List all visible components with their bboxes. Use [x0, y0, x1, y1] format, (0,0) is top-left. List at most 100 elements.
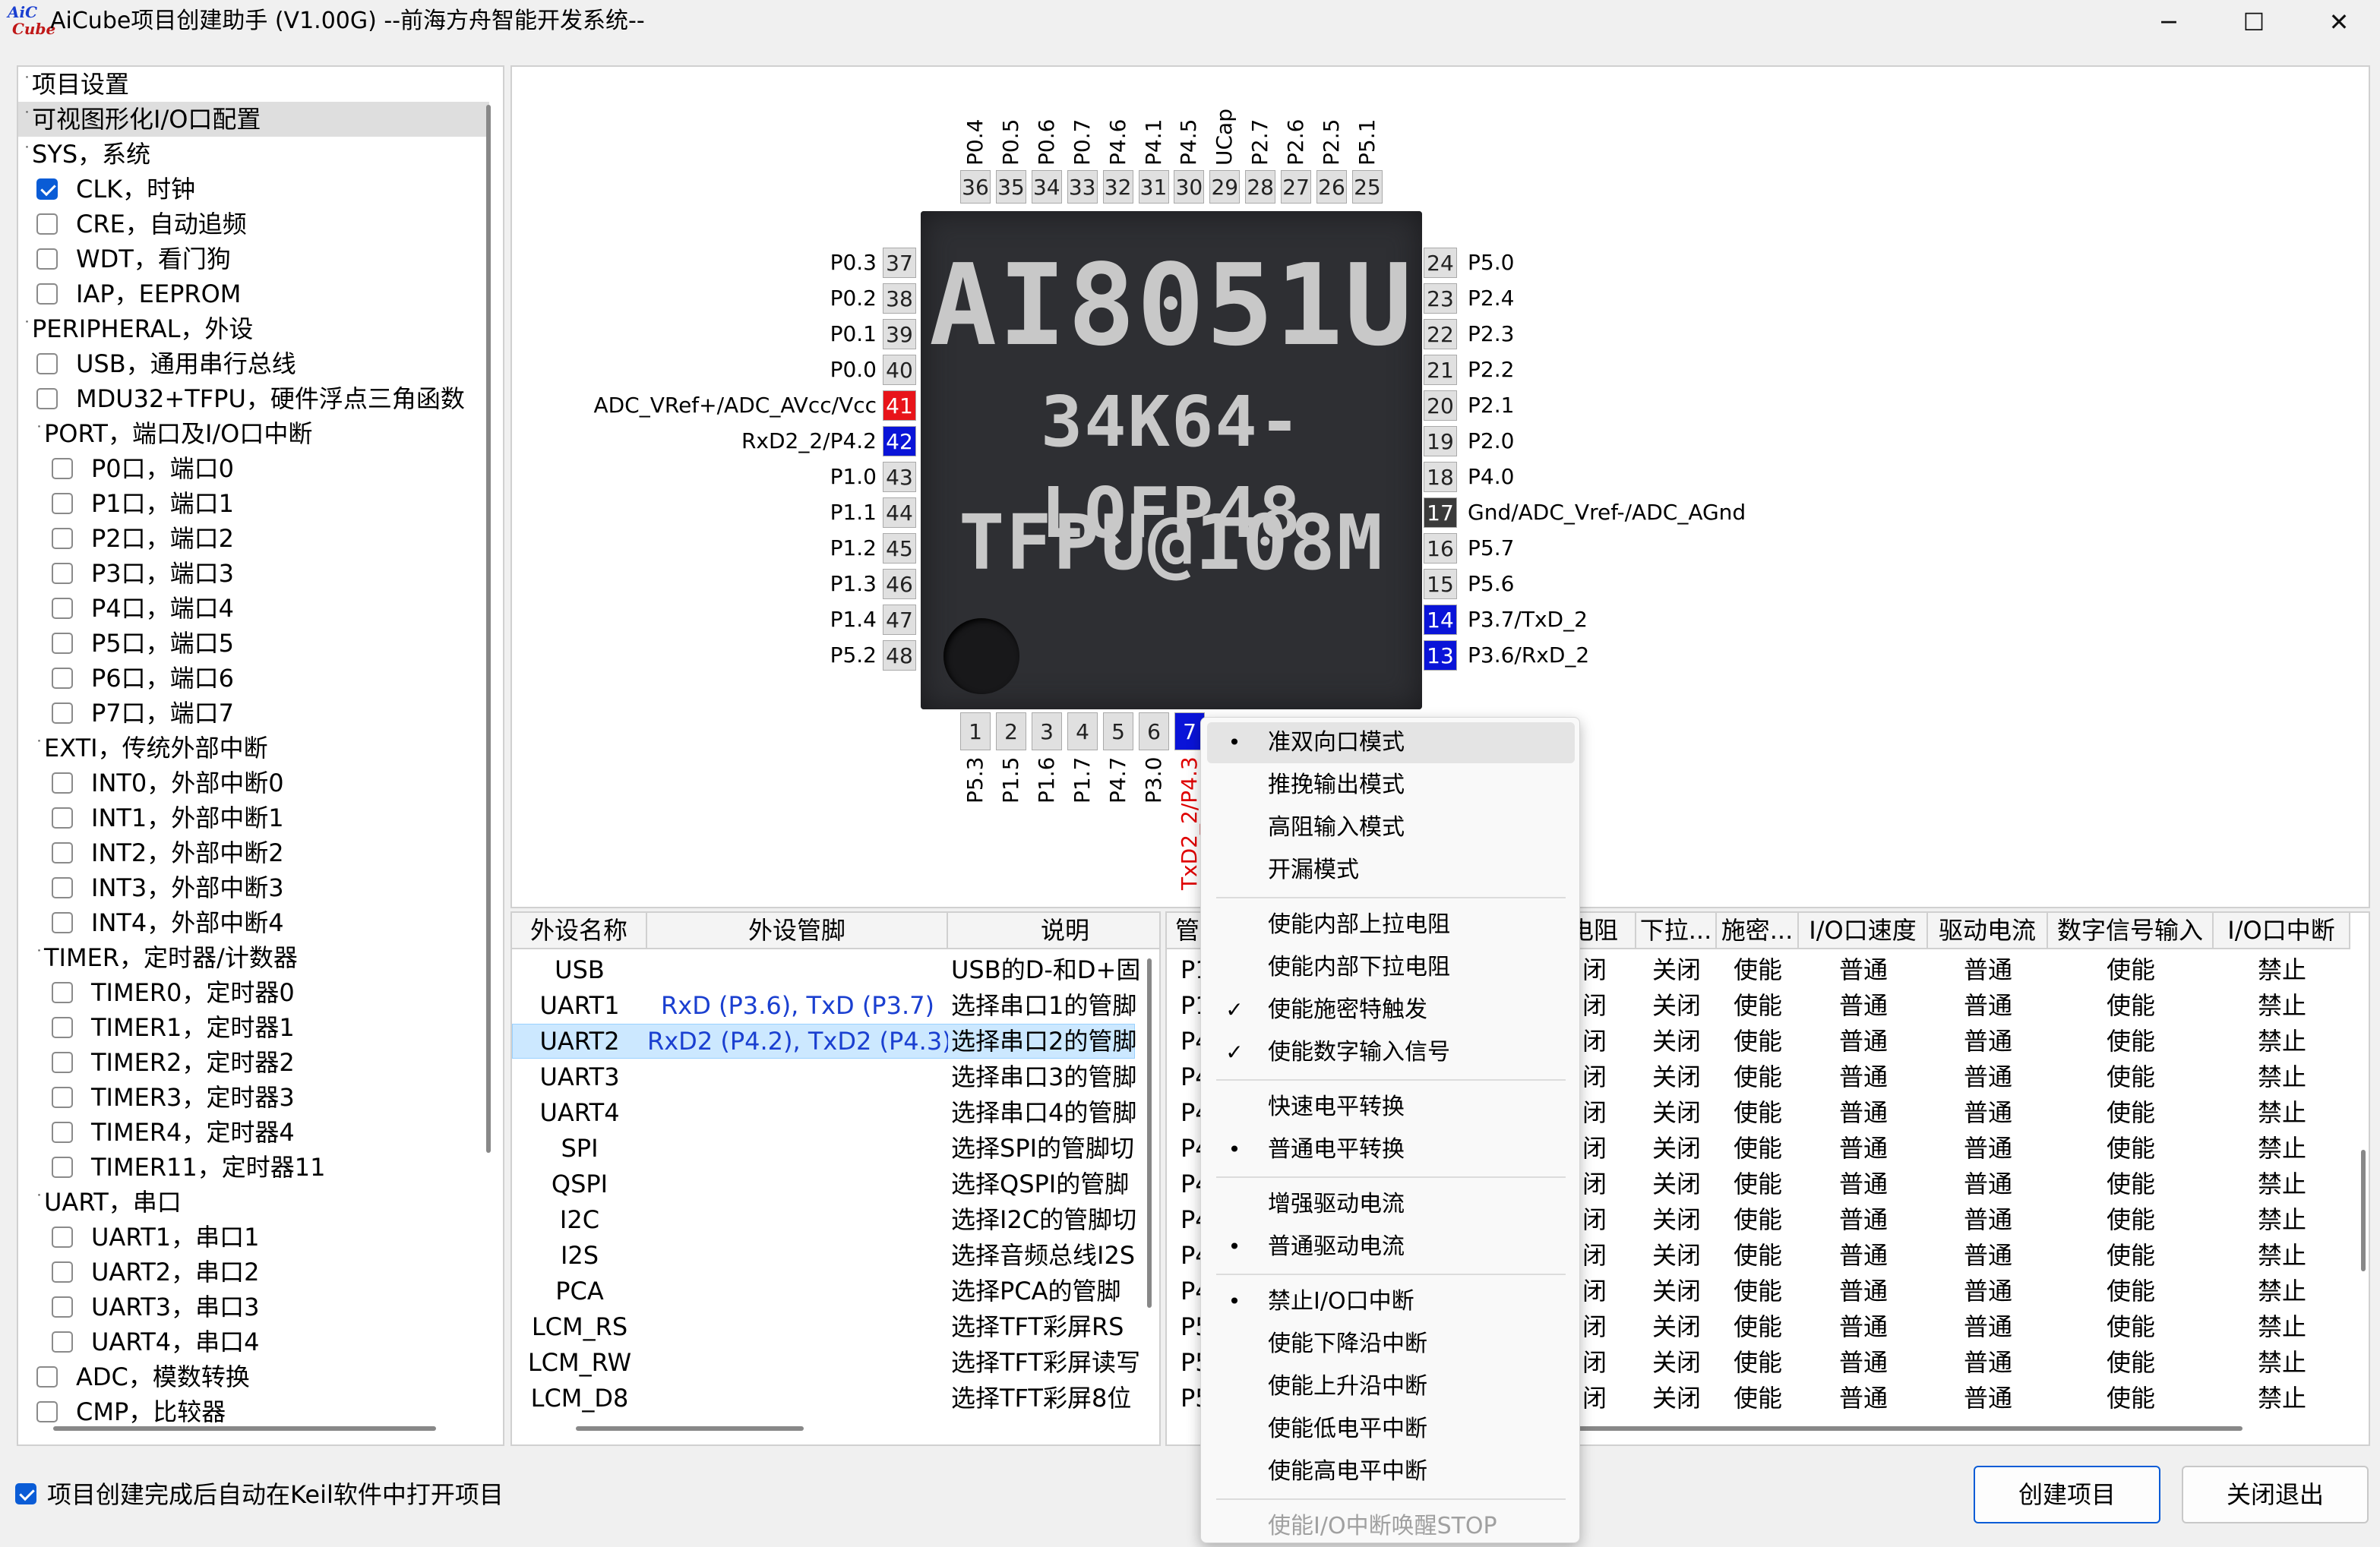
- chip-pin[interactable]: 20: [1424, 390, 1457, 421]
- tree-item[interactable]: UART2，串口2: [18, 1255, 489, 1290]
- pin-horizontal-scrollbar[interactable]: [1501, 1426, 2243, 1431]
- chip-pin[interactable]: 25: [1351, 170, 1383, 204]
- chip-pin[interactable]: 19: [1424, 426, 1457, 456]
- tree-horizontal-scrollbar[interactable]: [53, 1426, 436, 1431]
- chip-pin[interactable]: 6: [1139, 712, 1169, 750]
- tree-item-checkbox[interactable]: [52, 912, 73, 933]
- menu-item[interactable]: • 准双向口模式: [1207, 722, 1575, 763]
- tree-item[interactable]: TIMER11，定时器11: [18, 1150, 489, 1185]
- close-exit-button[interactable]: 关闭退出: [2182, 1466, 2369, 1523]
- chip-pin[interactable]: 26: [1316, 170, 1347, 204]
- chip-pin[interactable]: 32: [1102, 170, 1133, 204]
- col-header-drive-current[interactable]: 驱动电流: [1928, 913, 2048, 949]
- col-header-periph-name[interactable]: 外设名称: [512, 913, 647, 949]
- chip-pin[interactable]: 48: [883, 640, 916, 671]
- tree-item-checkbox[interactable]: [52, 1296, 73, 1318]
- menu-item[interactable]: 使能下降沿中断: [1207, 1324, 1575, 1365]
- tree-item-checkbox[interactable]: [52, 1122, 73, 1143]
- chip-pin[interactable]: 21: [1424, 355, 1457, 385]
- chip-pin[interactable]: 2: [996, 712, 1026, 750]
- menu-item[interactable]: 推挽输出模式: [1207, 765, 1575, 806]
- tree-item[interactable]: CMP，比较器: [18, 1394, 489, 1429]
- tree-item-checkbox[interactable]: [52, 1331, 73, 1353]
- chip-pin[interactable]: 36: [960, 170, 991, 204]
- table-row[interactable]: USB USB的D-和D+固: [512, 952, 1140, 987]
- menu-item[interactable]: 开漏模式: [1207, 850, 1575, 891]
- periph-horizontal-scrollbar[interactable]: [576, 1426, 804, 1431]
- tree-item[interactable]: TIMER2，定时器2: [18, 1045, 489, 1080]
- table-row[interactable]: UART1 RxD (P3.6), TxD (P3.7) 选择串口1的管脚: [512, 988, 1136, 1023]
- menu-item[interactable]: 使能高电平中断: [1207, 1451, 1575, 1492]
- col-header-io-speed[interactable]: I/O口速度: [1799, 913, 1928, 949]
- periph-vertical-scrollbar[interactable]: [1147, 958, 1152, 1308]
- table-row[interactable]: I2C 选择I2C的管脚切: [512, 1202, 1136, 1237]
- col-header-description[interactable]: 说明: [948, 913, 1159, 949]
- tree-item[interactable]: ˙ TIMER，定时器/计数器: [18, 940, 489, 975]
- auto-open-keil-checkbox[interactable]: [15, 1483, 36, 1504]
- chip-pin[interactable]: 47: [883, 605, 916, 635]
- menu-item[interactable]: ✓ 使能数字输入信号: [1207, 1032, 1575, 1073]
- menu-item[interactable]: • 普通驱动电流: [1207, 1227, 1575, 1268]
- chip-pin[interactable]: 15: [1424, 569, 1457, 599]
- tree-item-checkbox[interactable]: [36, 1366, 58, 1388]
- col-header-digital-input[interactable]: 数字信号输入: [2048, 913, 2214, 949]
- tree-expander-icon[interactable]: ˙: [35, 1185, 43, 1220]
- menu-item[interactable]: 使能上升沿中断: [1207, 1366, 1575, 1407]
- menu-item[interactable]: • 普通电平转换: [1207, 1129, 1575, 1170]
- menu-item[interactable]: 使能内部下拉电阻: [1207, 947, 1575, 988]
- chip-pin[interactable]: 37: [883, 248, 916, 278]
- chip-pin[interactable]: 34: [1031, 170, 1062, 204]
- tree-item-checkbox[interactable]: [52, 1261, 73, 1283]
- create-project-button[interactable]: 创建项目: [1974, 1466, 2160, 1523]
- chip-pin[interactable]: 40: [883, 355, 916, 385]
- tree-item[interactable]: UART4，串口4: [18, 1324, 489, 1359]
- tree-expander-icon[interactable]: ˙: [35, 940, 43, 975]
- col-header-io-interrupt[interactable]: I/O口中断: [2214, 913, 2350, 949]
- chip-pin[interactable]: 35: [995, 170, 1026, 204]
- chip-pin[interactable]: 5: [1103, 712, 1133, 750]
- tree-item-checkbox[interactable]: [52, 982, 73, 1003]
- table-row[interactable]: QSPI 选择QSPI的管脚: [512, 1167, 1135, 1201]
- col-header-schmitt[interactable]: 施密...: [1717, 913, 1799, 949]
- chip-pin[interactable]: 22: [1424, 319, 1457, 349]
- chip-pin[interactable]: 39: [883, 319, 916, 349]
- table-row[interactable]: PCA 选择PCA的管脚: [512, 1274, 1135, 1309]
- chip-pin[interactable]: 42: [883, 426, 916, 456]
- chip-pin[interactable]: 3: [1032, 712, 1062, 750]
- tree-item[interactable]: TIMER1，定时器1: [18, 1010, 489, 1045]
- menu-item[interactable]: 高阻输入模式: [1207, 807, 1575, 848]
- chip-pin[interactable]: 43: [883, 462, 916, 492]
- chip-pin[interactable]: 4: [1067, 712, 1098, 750]
- table-row[interactable]: LCM_RW 选择TFT彩屏读写: [512, 1345, 1140, 1380]
- tree-item-checkbox[interactable]: [52, 1227, 73, 1248]
- chip-pin[interactable]: 16: [1424, 533, 1457, 564]
- menu-item[interactable]: • 禁止I/O口中断: [1207, 1281, 1575, 1322]
- chip-pin[interactable]: 29: [1209, 170, 1241, 204]
- menu-item[interactable]: 快速电平转换: [1207, 1087, 1575, 1128]
- chip-pin[interactable]: 31: [1138, 170, 1169, 204]
- table-row[interactable]: UART4 选择串口4的管脚: [512, 1095, 1136, 1130]
- table-row[interactable]: UART2 RxD2 (P4.2), TxD2 (P4.3) 选择串口2的管脚: [512, 1024, 1136, 1059]
- chip-pin[interactable]: 30: [1174, 170, 1205, 204]
- chip-pin[interactable]: 23: [1424, 283, 1457, 314]
- chip-pin[interactable]: 1: [960, 712, 991, 750]
- menu-item[interactable]: 使能低电平中断: [1207, 1409, 1575, 1450]
- chip-pin[interactable]: 27: [1281, 170, 1312, 204]
- tree-item[interactable]: TIMER4，定时器4: [18, 1115, 489, 1150]
- chip-pin[interactable]: 14: [1424, 605, 1457, 635]
- menu-item[interactable]: ✓ 使能施密特触发: [1207, 990, 1575, 1031]
- tree-item[interactable]: TIMER3，定时器3: [18, 1080, 489, 1115]
- tree-item[interactable]: UART3，串口3: [18, 1290, 489, 1324]
- tree-item[interactable]: UART1，串口1: [18, 1220, 489, 1255]
- chip-pin[interactable]: 44: [883, 497, 916, 528]
- col-header-pulldown[interactable]: 下拉...: [1636, 913, 1717, 949]
- table-row[interactable]: UART3 选择串口3的管脚: [512, 1059, 1136, 1094]
- table-row[interactable]: I2S 选择音频总线I2S: [512, 1238, 1135, 1273]
- table-row[interactable]: SPI 选择SPI的管脚切: [512, 1131, 1135, 1166]
- chip-pin[interactable]: 24: [1424, 248, 1457, 278]
- tree-item-checkbox[interactable]: [52, 1157, 73, 1178]
- tree-item[interactable]: ˙ UART，串口: [18, 1185, 489, 1220]
- tree-item-checkbox[interactable]: [36, 1401, 58, 1422]
- chip-pin[interactable]: 18: [1424, 462, 1457, 492]
- pin-vertical-scrollbar[interactable]: [2361, 1150, 2366, 1271]
